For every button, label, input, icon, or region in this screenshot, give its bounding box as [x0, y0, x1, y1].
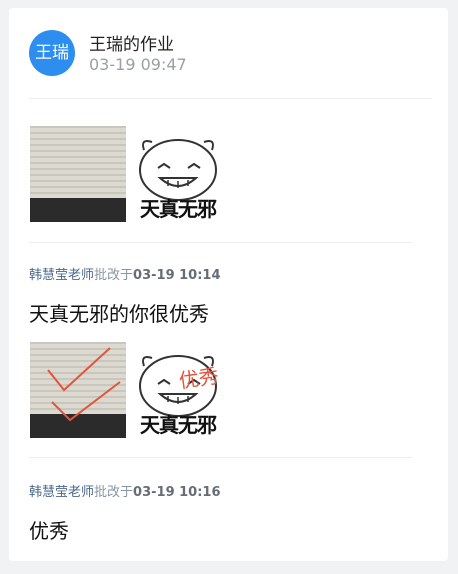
review-meta: 韩慧莹老师批改于03-19 10:16 — [29, 481, 221, 500]
divider — [29, 98, 432, 99]
homework-photo-thumbnail[interactable] — [30, 126, 126, 222]
homework-card: 王瑞 王瑞的作业 03-19 09:47 天真无邪 韩慧莹老师批改于03-19 … — [9, 8, 448, 561]
review-time: 03-19 10:14 — [133, 268, 221, 283]
annotated-sticker-thumbnail[interactable]: 优秀 天真无邪 — [130, 344, 226, 440]
divider — [29, 242, 412, 243]
submission-title: 王瑞的作业 — [89, 35, 174, 55]
review-meta: 韩慧莹老师批改于03-19 10:14 — [29, 264, 221, 283]
review-comment: 天真无邪的你很优秀 — [29, 302, 209, 326]
teacher-name[interactable]: 韩慧莹老师 — [29, 268, 94, 283]
red-checkmark-annotation — [47, 347, 121, 422]
review-time: 03-19 10:16 — [133, 485, 221, 500]
avatar: 王瑞 — [29, 30, 75, 76]
review-comment: 优秀 — [29, 519, 69, 543]
corrected-homework-photo-thumbnail[interactable] — [30, 342, 126, 438]
review-verb: 批改于 — [94, 485, 134, 500]
sticker-image-thumbnail[interactable]: 天真无邪 — [130, 128, 226, 224]
submission-time: 03-19 09:47 — [89, 55, 187, 74]
teacher-name[interactable]: 韩慧莹老师 — [29, 485, 94, 500]
divider — [29, 457, 412, 458]
sticker-caption: 天真无邪 — [140, 197, 217, 221]
review-verb: 批改于 — [94, 268, 134, 283]
sticker-caption: 天真无邪 — [140, 413, 217, 437]
